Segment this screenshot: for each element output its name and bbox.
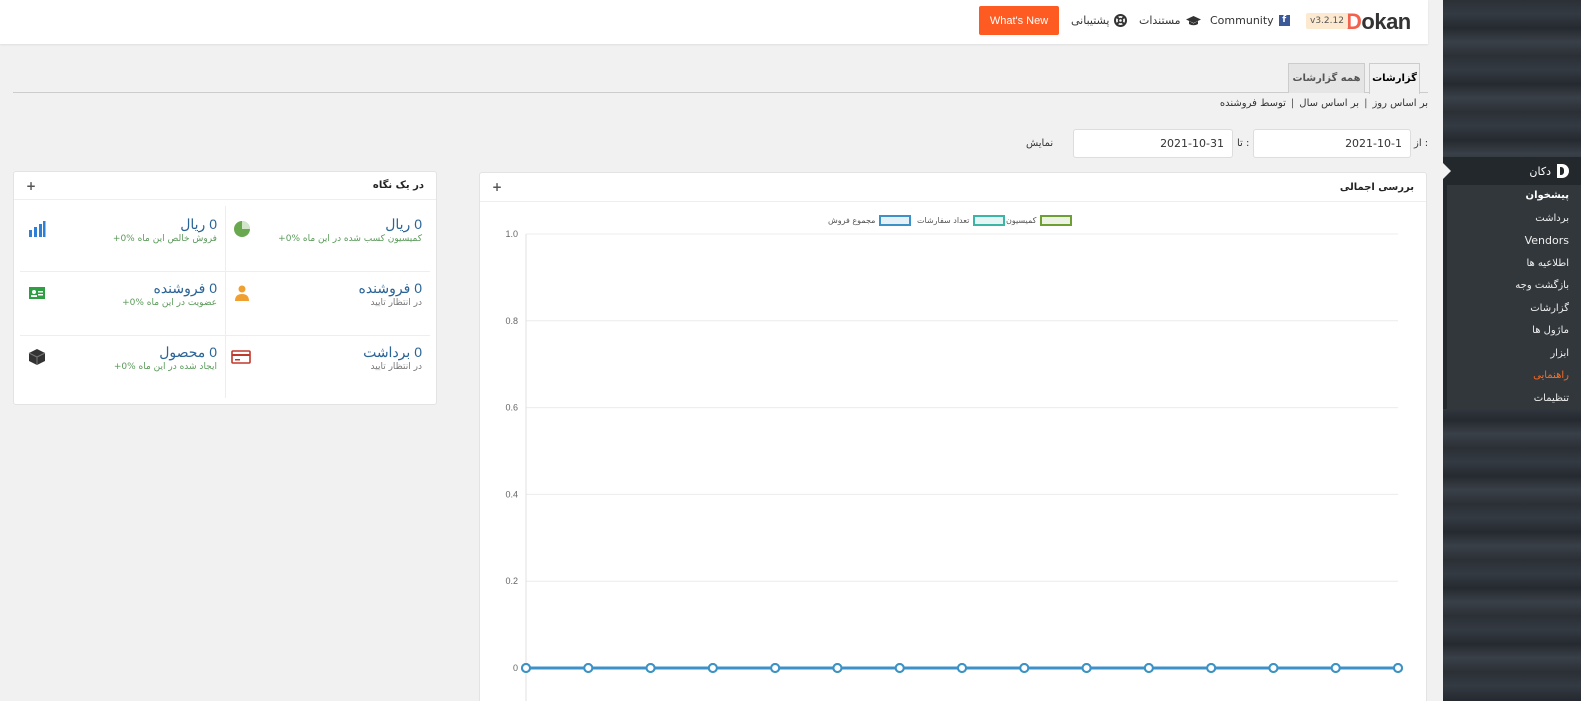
sidebar-item-9[interactable]: تنظیمات [1447,388,1581,411]
data-point[interactable] [832,663,843,673]
dokan-logo: Dokan [1346,9,1411,34]
facebook-icon: f [1278,15,1290,26]
nav-by-day[interactable]: بر اساس روز [1372,98,1428,109]
support-label: پشتیبانی [1071,14,1110,27]
docs-link[interactable]: مستندات [1139,14,1201,27]
glance-stat-value: 0 محصول [159,344,217,360]
overview-title: بررسی اجمالی [1339,181,1414,193]
nav-by-vendor[interactable]: توسط فروشنده [1220,98,1286,109]
support-link[interactable]: پشتیبانی [1071,14,1128,27]
nav-by-year[interactable]: بر اساس سال [1299,98,1359,109]
reports-tabs: گزارشات همه گزارشات [13,63,1428,94]
glance-stat-caption: کمیسیون کسب شده در این ماه ‎+0% [278,234,422,244]
dokan-menu-header[interactable]: دکان [1443,157,1581,185]
credit-card-icon [231,348,251,366]
glance-toggle-button[interactable]: + [26,179,36,193]
user-icon [233,284,251,302]
data-point[interactable] [1081,663,1092,673]
glance-stat-caption: در انتظار تایید [370,298,422,308]
version-badge: v3.2.12 [1306,13,1348,29]
data-point[interactable] [645,663,656,673]
box-icon [28,348,46,366]
data-point[interactable] [1143,663,1154,673]
tab-reports[interactable]: گزارشات [1369,63,1420,94]
glance-header: در یک نگاه + [14,172,436,200]
sidebar-item-7[interactable]: ابزار [1447,343,1581,366]
overview-toggle-button[interactable]: + [492,180,502,194]
y-tick-label: 1.0 [505,229,518,239]
data-point[interactable] [894,663,905,673]
glance-stat-caption: ایجاد شده در این ماه ‎+0% [113,362,217,372]
glance-stat-caption: عضویت در این ماه ‎+0% [122,298,217,308]
bar-chart-icon [28,220,46,238]
pie-chart-icon [233,220,251,238]
data-point[interactable] [770,663,781,673]
at-a-glance-panel: در یک نگاه + 0 ریال فروش خالص این ماه ‎+0… [13,171,437,405]
glance-stat: 0 فروشنده در انتظار تایید [225,270,430,334]
data-point[interactable] [1268,663,1279,673]
community-link[interactable]: Community f [1210,14,1290,27]
menu-pointer-icon [1443,163,1451,179]
y-tick-label: 0.4 [505,489,518,499]
report-type-nav: بر اساس روز | بر اساس سال | توسط فروشنده [1100,98,1428,109]
from-date-input[interactable] [1253,129,1411,158]
graduation-cap-icon [1185,15,1201,25]
glance-stat-value: 0 فروشنده [153,280,217,296]
id-card-icon [28,284,46,302]
sidebar-item-5[interactable]: گزارشات [1447,298,1581,321]
data-point[interactable] [1330,663,1341,673]
show-button[interactable]: نمایش [1026,138,1053,149]
community-label: Community [1210,14,1274,27]
from-label: از : [1414,138,1429,149]
data-point[interactable] [1393,663,1403,673]
sidebar-item-2[interactable]: Vendors [1447,230,1581,253]
sidebar-item-8[interactable]: راهنمایی [1447,365,1581,388]
to-label: تا : [1237,138,1250,149]
data-point[interactable] [521,663,531,673]
sidebar-item-4[interactable]: بازگشت وجه [1447,275,1581,298]
glance-stat: 0 فروشنده عضویت در این ماه ‎+0% [20,270,225,334]
y-tick-label: 0.2 [505,576,518,586]
glance-stat: 0 برداشت در انتظار تایید [225,334,430,398]
data-point[interactable] [957,663,967,673]
docs-label: مستندات [1139,14,1181,27]
nav-separator: | [1364,98,1368,109]
tab-all-reports[interactable]: همه گزارشات [1288,63,1365,93]
sidebar-item-6[interactable]: ماژول ها [1447,320,1581,343]
data-point[interactable] [1206,663,1217,673]
nav-separator: | [1290,98,1295,109]
glance-stat-value: 0 ریال [180,216,217,232]
glance-stat-value: 0 ریال [385,216,422,232]
y-tick-label: 0.8 [505,316,518,326]
sidebar-item-3[interactable]: اطلاعیه ها [1447,253,1581,276]
overview-line-chart: 0 0.2 0.4 0.6 0.8 1.0 [505,229,1403,701]
overview-header: بررسی اجمالی + [480,173,1426,202]
overview-panel: بررسی اجمالی + کمیسیون تعداد سفارشات مجموع… [479,172,1427,701]
sidebar-item-1[interactable]: برداشت [1447,208,1581,231]
glance-grid: 0 ریال فروش خالص این ماه ‎+0% 0 ریال کمیسیو… [20,206,430,398]
glance-stat-value: 0 فروشنده [358,280,422,296]
glance-stat-caption: فروش خالص این ماه ‎+0% [112,234,217,244]
data-point[interactable] [1019,663,1030,673]
data-point[interactable] [583,663,594,673]
glance-stat: 0 ریال فروش خالص این ماه ‎+0% [20,206,225,270]
y-tick-label: 0 [513,663,518,673]
whats-new-button[interactable]: What's New [979,6,1059,35]
glance-stat: 0 ریال کمیسیون کسب شده در این ماه ‎+0% [225,206,430,270]
data-point[interactable] [707,663,718,673]
y-tick-label: 0.6 [505,403,518,413]
dokan-menu-title: دکان [1529,164,1551,178]
glance-stat: 0 محصول ایجاد شده در این ماه ‎+0% [20,334,225,398]
to-date-input[interactable] [1073,129,1233,158]
glance-stat-value: 0 برداشت [363,344,422,360]
dokan-header: Dokan v3.2.12 Community f مستندات پشتیبا… [0,0,1428,44]
lifebuoy-icon [1114,14,1128,27]
glance-stat-caption: در انتظار تایید [370,362,422,372]
glance-title: در یک نگاه [372,180,424,191]
sidebar-item-0[interactable]: پیشخوان [1447,185,1581,208]
admin-submenu: دکان پیشخوان برداشت Vendors اطلاعیه ها بازگش… [1443,157,1581,409]
dokan-icon [1557,164,1569,178]
